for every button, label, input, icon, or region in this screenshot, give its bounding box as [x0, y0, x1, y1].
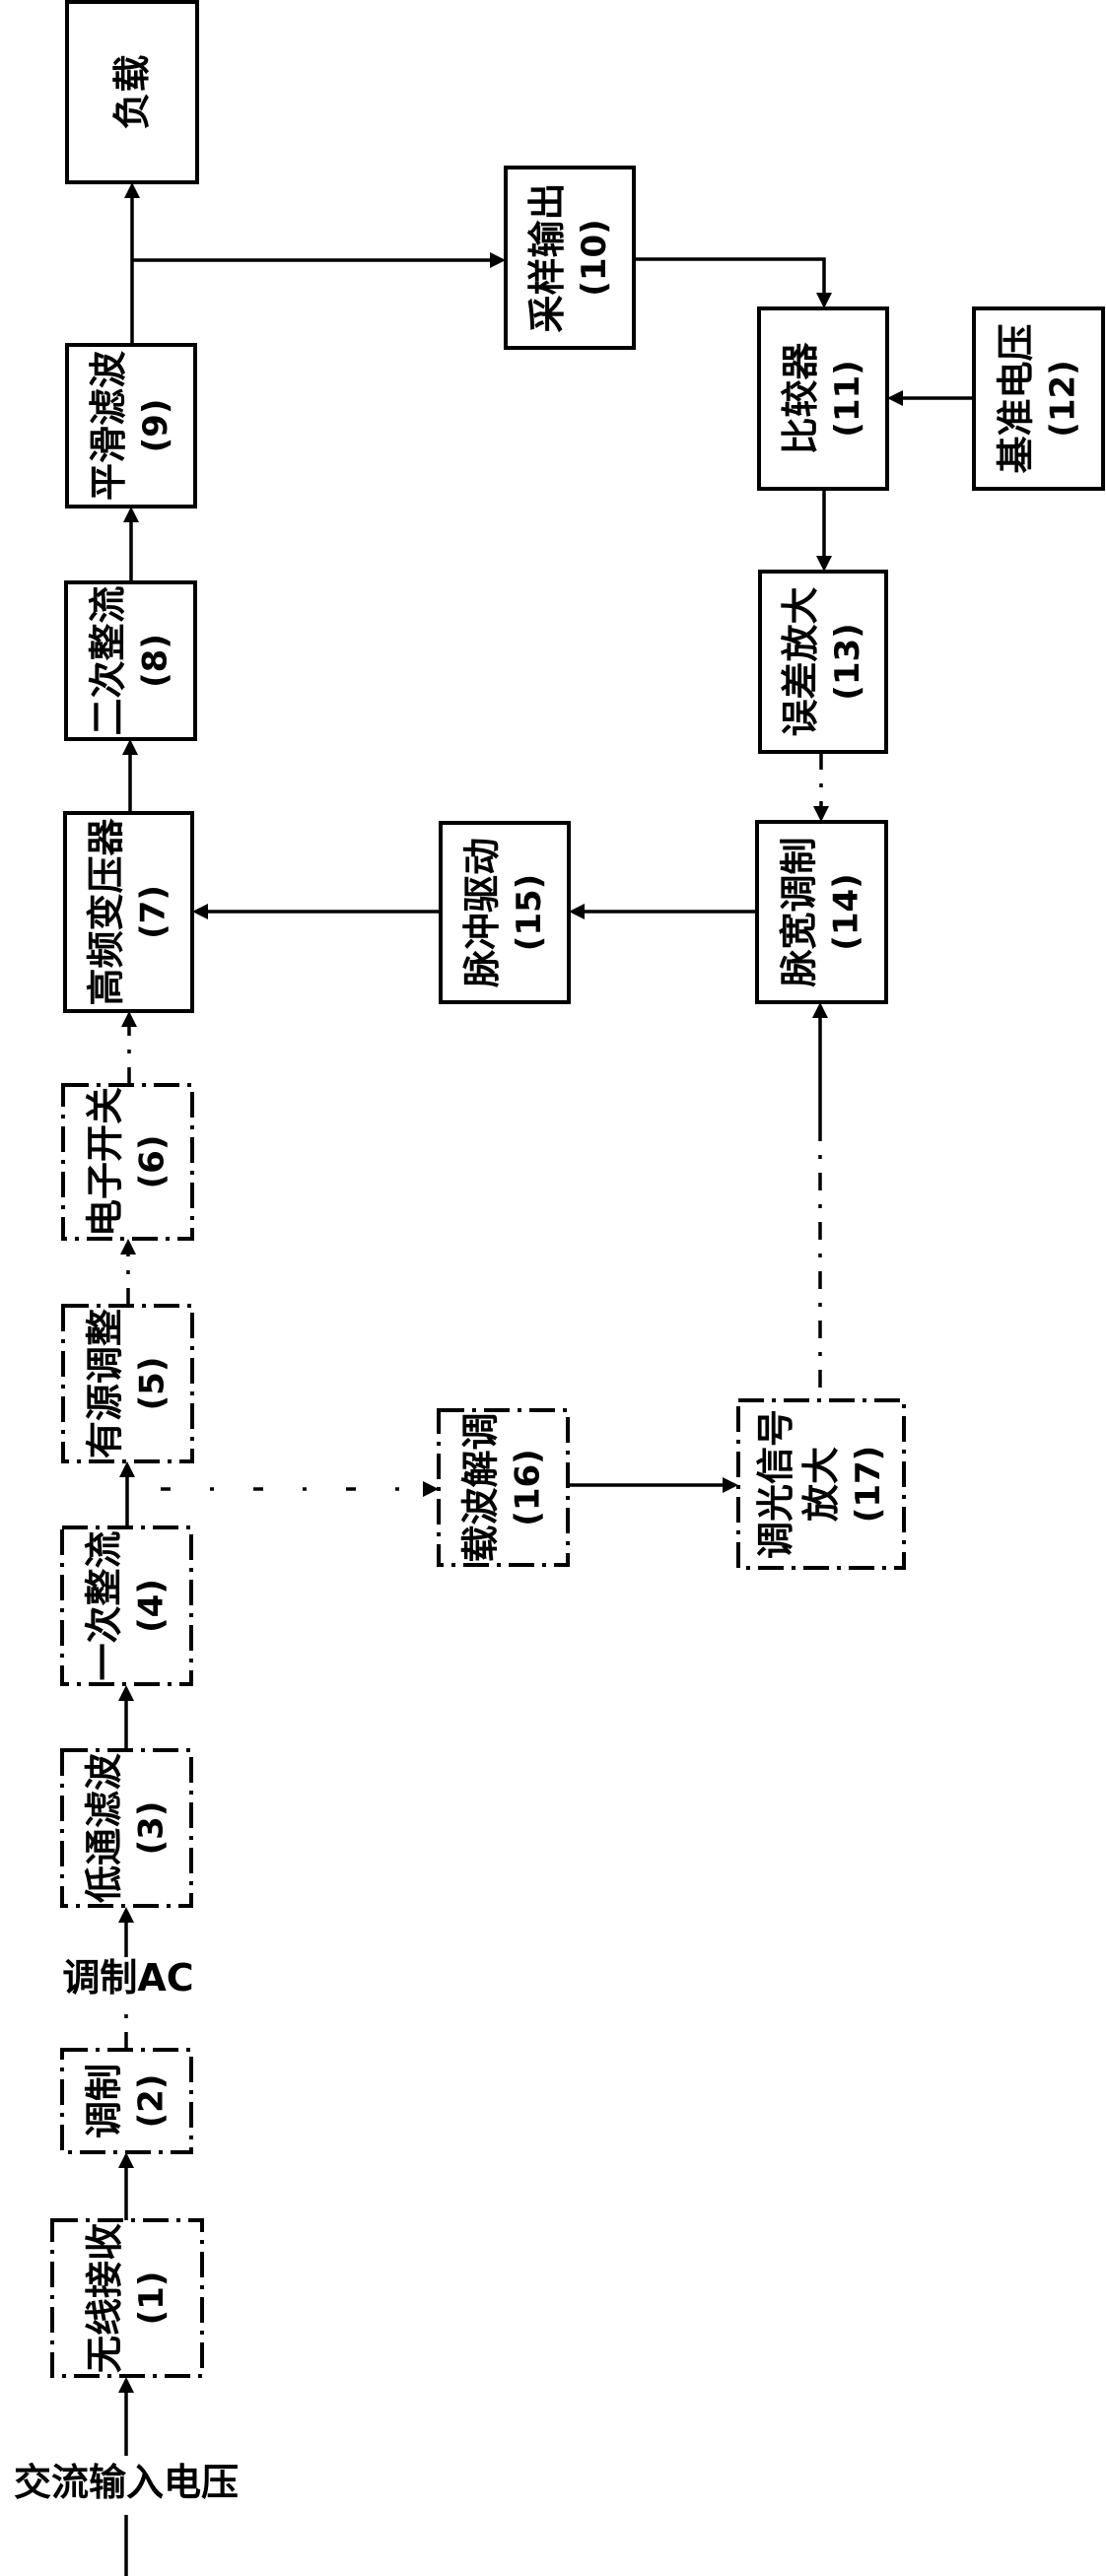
block-label: 负载 [110, 54, 154, 129]
block-number: (12) [1044, 360, 1083, 437]
arrow-head [887, 390, 903, 406]
block-b4: 一次整流 (4) [60, 1525, 193, 1686]
arrow-head [490, 252, 506, 268]
block-number: (10) [575, 219, 614, 296]
block-label: 高频变压器 [85, 818, 128, 1006]
block-label: 脉冲驱动 [460, 838, 504, 987]
arrow-head [569, 904, 585, 919]
block-label: 脉宽调制 [778, 837, 821, 986]
input-voltage-label: 交流输入电压 [14, 2461, 239, 2504]
block-b5: 有源调整 (5) [61, 1304, 194, 1463]
block-label: 调制 [83, 2064, 126, 2138]
block-b2: 调制 (2) [60, 2048, 193, 2154]
block-label: 基准电压 [995, 323, 1038, 473]
arrow-head [122, 739, 138, 755]
block-border [50, 2218, 204, 2378]
arrow-head [192, 904, 208, 919]
arrow-head [121, 1011, 137, 1027]
block-b12: 基准电压 (12) [972, 306, 1105, 491]
block-b7: 高频变压器 (7) [63, 811, 194, 1013]
arrow-head [813, 806, 829, 822]
block-label: 一次整流 [83, 1530, 126, 1680]
block-b10: 采样输出 (10) [504, 166, 636, 350]
block-b17: 调光信号 放大 (17) [736, 1398, 906, 1570]
connections [118, 182, 974, 2576]
block-b13: 误差放大 (13) [758, 570, 888, 754]
block-b6: 电子开关 (6) [61, 1083, 194, 1241]
block-number: (16) [509, 1449, 548, 1525]
block-label: 误差放大 [779, 586, 822, 736]
arrow-head [119, 1461, 135, 1477]
block-label: 比较器 [779, 342, 822, 455]
block-b9: 平滑滤波 (9) [65, 343, 197, 508]
block-b14: 脉宽调制 (14) [755, 820, 888, 1004]
arrow-head [124, 182, 140, 198]
block-b15: 脉冲驱动 (15) [439, 821, 571, 1004]
block-number: (15) [510, 874, 549, 951]
arrow-head [423, 1481, 439, 1497]
block-number: (13) [828, 623, 867, 700]
block-label: 平滑滤波 [87, 351, 130, 501]
block-label: 二次整流 [87, 585, 130, 735]
arrow-head [118, 2377, 134, 2393]
block-b11: 比较器 (11) [757, 306, 889, 491]
block-number: (17) [849, 1446, 888, 1523]
arrow-head [812, 1002, 828, 1018]
block-label: 有源调整 [84, 1309, 127, 1458]
block-number: (2) [132, 2074, 172, 2129]
blocks: 负载无线接收 (1)调制 (2)低通滤波 (3)一次整流 (4)有源调整 (5)电子开关(… [50, 0, 1105, 2378]
arrow-head [816, 293, 832, 308]
block-b1: 无线接收 (1) [50, 2218, 204, 2378]
block-number: (11) [828, 360, 867, 437]
block-number: (5) [133, 1357, 173, 1411]
block-label: 调光信号 [754, 1409, 797, 1559]
block-number: (6) [133, 1135, 173, 1189]
arrow-head [123, 507, 139, 522]
arrow-head [118, 1907, 134, 1923]
block-label: 低通滤波 [83, 1753, 126, 1903]
block-label: 载波解调 [459, 1412, 503, 1562]
block-label: 无线接收 [83, 2223, 126, 2373]
block-number: (1) [132, 2271, 172, 2326]
block-number: (7) [134, 885, 173, 939]
block-b16: 载波解调 (16) [437, 1408, 570, 1567]
block-number: (4) [132, 1579, 172, 1633]
block-number: (9) [136, 399, 175, 453]
block-text: 负载 [110, 54, 154, 129]
block-label-2: 放大 [799, 1447, 843, 1522]
block-number: (8) [136, 634, 175, 688]
wire-b10-b11 [634, 257, 826, 293]
block-number: (3) [132, 1801, 172, 1856]
block-number: (14) [827, 873, 866, 950]
arrow-head [816, 556, 832, 572]
block-b8: 二次整流 (8) [64, 580, 197, 741]
modulated-ac-label: 调制AC [62, 1956, 193, 2000]
arrow-head [120, 1239, 136, 1254]
block-label: 电子开关 [84, 1087, 127, 1237]
block-load: 负载 [65, 0, 199, 184]
arrow-head [118, 1685, 134, 1701]
block-b3: 低通滤波 (3) [60, 1748, 193, 1908]
block-diagram: 负载无线接收 (1)调制 (2)低通滤波 (3)一次整流 (4)有源调整 (5)电子开关(… [0, 0, 1105, 2576]
block-label: 采样输出 [525, 182, 569, 332]
arrow-head [723, 1477, 738, 1493]
arrow-head [118, 2152, 134, 2168]
